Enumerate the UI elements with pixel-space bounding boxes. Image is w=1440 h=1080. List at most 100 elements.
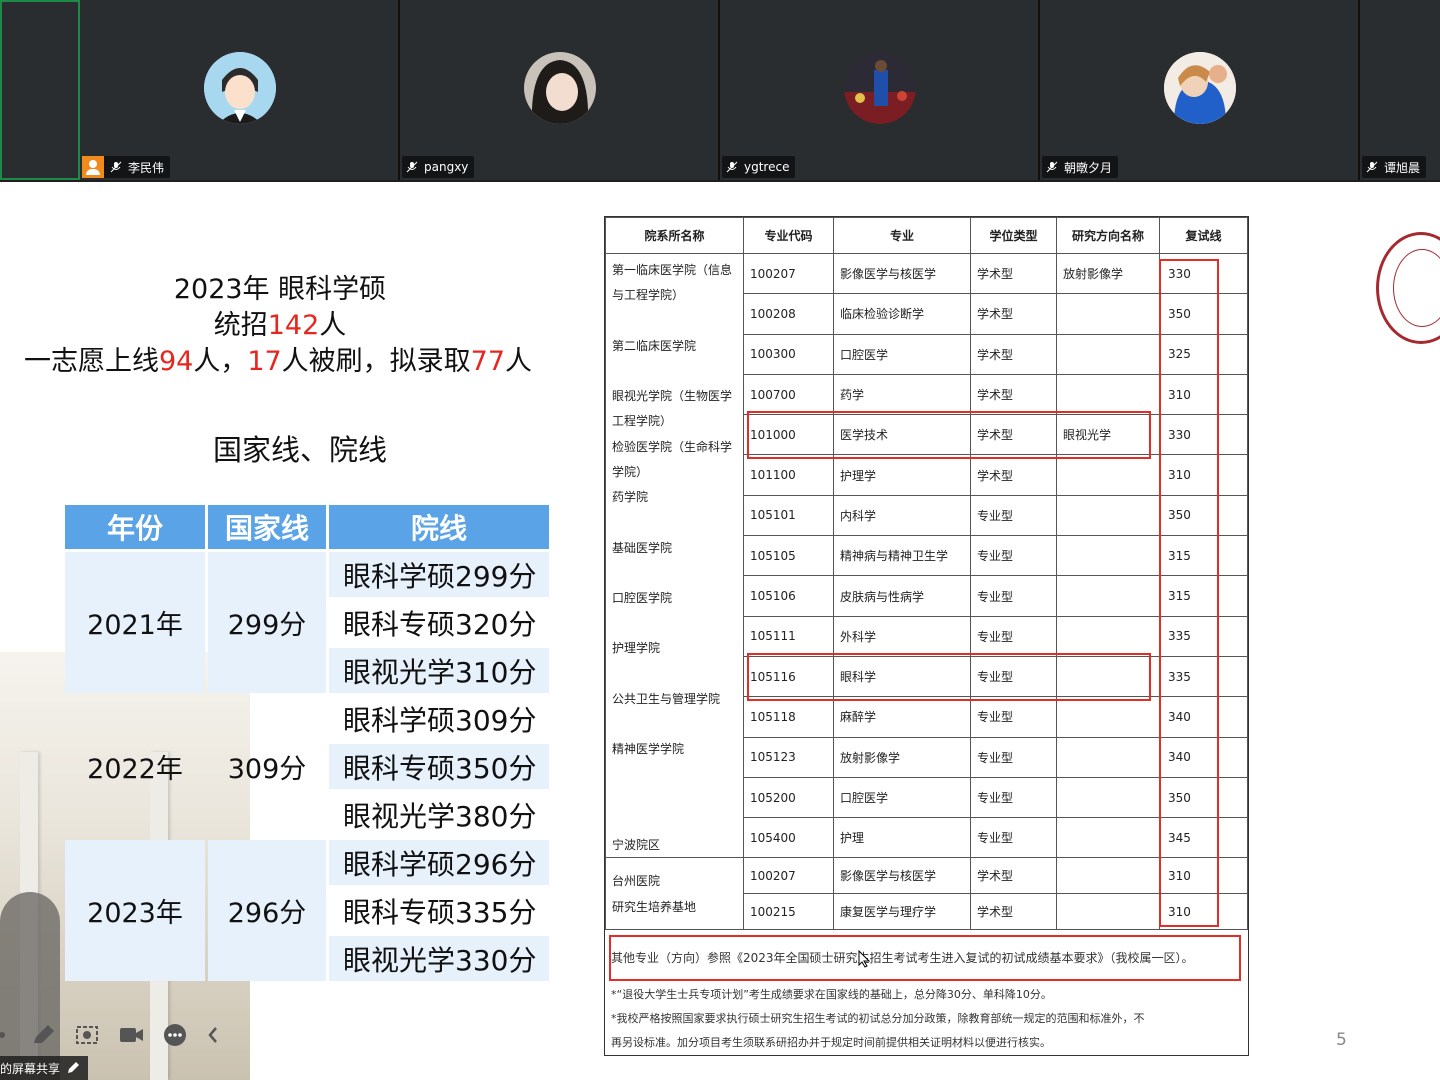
doc-note-3: 再另设标准。加分项目考生须联系研招办并于规定时间前提供相关证明材料以便进行核实。 bbox=[611, 1036, 1051, 1049]
participant-name: ygtrece bbox=[744, 160, 790, 174]
doc-cell-code: 105106 bbox=[743, 575, 834, 617]
doc-cell-type: 学术型 bbox=[970, 893, 1057, 931]
doc-cell-type: 专业型 bbox=[970, 696, 1057, 738]
doc-cell-type: 学术型 bbox=[970, 373, 1057, 416]
table-row: 2023年 296分 眼科学硕296分 bbox=[65, 840, 549, 981]
shared-slide: 2023年 眼科学硕 统招142人 一志愿上线94人，17人被刷，拟录取77人 … bbox=[0, 182, 1440, 1080]
department-name: 药学院 bbox=[612, 490, 649, 505]
school-line-cell: 眼视光学310分 bbox=[329, 648, 549, 693]
slide-page-number: 5 bbox=[1336, 1030, 1347, 1050]
doc-cell-type: 学术型 bbox=[970, 252, 1057, 295]
doc-cell-dir bbox=[1056, 736, 1160, 778]
table-header-school: 院线 bbox=[329, 505, 549, 549]
year-cell: 2023年 bbox=[65, 840, 205, 981]
school-line-cell: 眼科学硕299分 bbox=[329, 552, 549, 597]
edit-pencil-icon[interactable] bbox=[66, 1061, 80, 1075]
participant-name: 谭旭晨 bbox=[1384, 160, 1421, 175]
doc-cell-type: 专业型 bbox=[970, 736, 1057, 778]
national-line-cell: 299分 bbox=[208, 552, 326, 693]
screen-share-label[interactable]: 的屏幕共享 bbox=[0, 1056, 89, 1080]
row-highlight-box bbox=[747, 411, 1151, 459]
doc-header: 学位类型 bbox=[970, 217, 1057, 254]
mic-muted-icon bbox=[406, 161, 418, 173]
pen-icon[interactable] bbox=[30, 1023, 56, 1047]
doc-cell-type: 专业型 bbox=[970, 535, 1057, 577]
doc-cell-major: 康复医学与理疗学 bbox=[833, 893, 971, 931]
doc-cell-major: 麻醉学 bbox=[833, 696, 971, 738]
more-icon[interactable] bbox=[162, 1023, 188, 1047]
doc-cell-code: 105111 bbox=[743, 615, 834, 657]
school-line-cell: 眼视光学330分 bbox=[329, 936, 549, 981]
doc-table-row: 第一临床医学院（信息与工程学院） 第二临床医学院 眼视光学院（生物医学工程学院） 检验… bbox=[605, 252, 1248, 859]
department-name: 第一临床医学院（信息与工程学院） bbox=[612, 263, 732, 302]
host-icon bbox=[82, 156, 104, 178]
participant-tile[interactable]: pangxy bbox=[400, 0, 720, 180]
slide-headline-2: 统招142人 bbox=[213, 310, 347, 341]
participant-name: 朝暾夕月 bbox=[1064, 160, 1113, 175]
doc-cell-type: 专业型 bbox=[970, 776, 1057, 819]
doc-cell-code: 105118 bbox=[743, 696, 834, 738]
doc-cell-dir: 放射影像学 bbox=[1056, 252, 1160, 295]
doc-cell-code: 100300 bbox=[743, 333, 834, 375]
pointer-icon[interactable] bbox=[0, 1023, 12, 1047]
doc-cell-dir bbox=[1056, 454, 1160, 496]
doc-cell-type: 学术型 bbox=[970, 454, 1057, 496]
department-name: 检验医学院（生命科学学院） bbox=[612, 439, 732, 479]
department-name: 基础医学院 bbox=[612, 540, 673, 555]
doc-cell-major: 内科学 bbox=[833, 494, 971, 537]
doc-note-1: *“退役大学生士兵专项计划”考生成绩要求在国家线的基础上，总分降30分、单科降1… bbox=[611, 988, 1052, 1001]
department-name: 宁波院区 bbox=[612, 838, 661, 853]
department-name: 研究生培养基地 bbox=[612, 899, 697, 914]
table-row: 2022年 309分 眼科学硕309分 bbox=[65, 696, 549, 786]
participant-name-bar: pangxy bbox=[402, 156, 475, 178]
doc-cell-code: 105123 bbox=[743, 736, 834, 778]
participant-tile-self[interactable] bbox=[0, 0, 80, 180]
video-camera-icon[interactable] bbox=[118, 1023, 144, 1047]
doc-cell-type: 专业型 bbox=[970, 615, 1057, 657]
doc-cell-major: 临床检验诊断学 bbox=[833, 293, 971, 335]
national-line-cell: 296分 bbox=[208, 840, 326, 981]
score-line-table: 年份 国家线 院线 2021年 299分 眼科学硕299分 眼科专硕320分 眼… bbox=[62, 502, 552, 984]
doc-cell-type: 专业型 bbox=[970, 494, 1057, 537]
score-highlight-box bbox=[1159, 259, 1219, 927]
doc-cell-dir bbox=[1056, 615, 1160, 657]
doc-cell-major: 影像医学与核医学 bbox=[833, 252, 971, 295]
screenshot-icon[interactable] bbox=[74, 1023, 100, 1047]
doc-header: 研究方向名称 bbox=[1056, 217, 1160, 254]
mouse-cursor-icon bbox=[858, 950, 870, 968]
participant-strip: 李民伟 pangxy ygtrece 朝暾夕月 谭旭晨 bbox=[0, 0, 1440, 182]
doc-cell-code: 105200 bbox=[743, 776, 834, 819]
doc-cell-major: 护理学 bbox=[833, 454, 971, 496]
participant-tile[interactable]: 李民伟 bbox=[80, 0, 400, 180]
doc-cell-type: 学术型 bbox=[970, 857, 1057, 895]
doc-cell-major: 口腔医学 bbox=[833, 333, 971, 375]
doc-cell-dir bbox=[1056, 817, 1160, 859]
school-line-cell: 眼视光学380分 bbox=[343, 799, 537, 833]
year-cell: 2022年 bbox=[87, 754, 183, 785]
participant-name-bar: 李民伟 bbox=[82, 156, 171, 178]
doc-header: 专业 bbox=[833, 217, 971, 254]
department-taizhou: 台州医院 研究生培养基地 bbox=[605, 857, 744, 931]
doc-cell-dir bbox=[1056, 373, 1160, 416]
doc-cell-code: 105105 bbox=[743, 535, 834, 577]
participant-tile[interactable]: 朝暾夕月 bbox=[1040, 0, 1360, 180]
chevron-left-icon[interactable] bbox=[206, 1023, 220, 1047]
doc-cell-dir bbox=[1056, 535, 1160, 577]
mic-muted-icon bbox=[1046, 161, 1058, 173]
row-highlight-box bbox=[747, 653, 1151, 701]
doc-cell-dir bbox=[1056, 494, 1160, 537]
participant-tile[interactable]: 谭旭晨 bbox=[1360, 0, 1440, 180]
document-table: 院系所名称 专业代码 专业 学位类型 研究方向名称 复试线 第一临床医学院（信息… bbox=[605, 217, 1248, 931]
doc-cell-dir bbox=[1056, 893, 1160, 931]
school-line-cell: 眼科专硕320分 bbox=[343, 607, 537, 641]
doc-cell-code: 100207 bbox=[743, 857, 834, 895]
participant-tile[interactable]: ygtrece bbox=[720, 0, 1040, 180]
doc-header: 复试线 bbox=[1159, 217, 1248, 254]
department-name: 精神医学学院 bbox=[612, 742, 685, 757]
doc-cell-code: 100208 bbox=[743, 293, 834, 335]
doc-cell-dir bbox=[1056, 293, 1160, 335]
participant-name: 李民伟 bbox=[128, 160, 165, 175]
doc-cell-major: 影像医学与核医学 bbox=[833, 857, 971, 895]
doc-cell-major: 护理 bbox=[833, 817, 971, 859]
admission-score-document: 院系所名称 专业代码 专业 学位类型 研究方向名称 复试线 第一临床医学院（信息… bbox=[604, 216, 1249, 1056]
